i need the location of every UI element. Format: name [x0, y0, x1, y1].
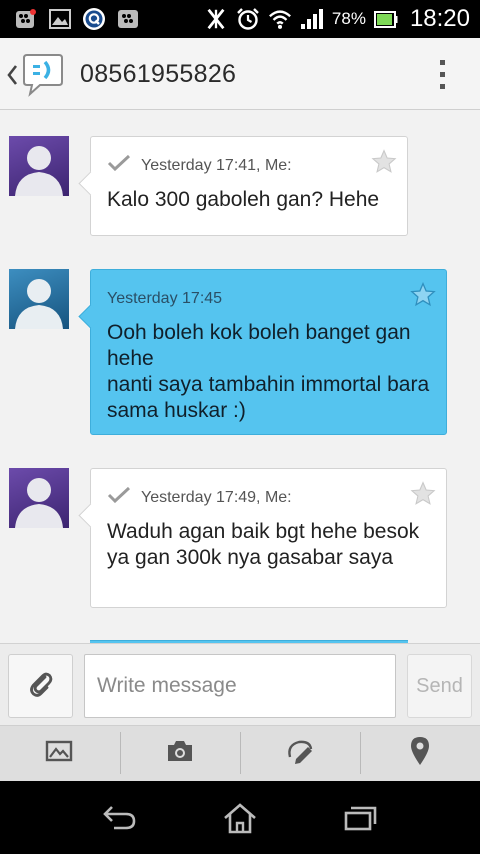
gallery-icon [48, 7, 72, 31]
bbm-icon [116, 7, 140, 31]
message-row: Yesterday 17:45 Ooh boleh kok boleh bang… [0, 269, 480, 435]
conversation-header: 08561955826 [0, 38, 480, 110]
message-bubble[interactable]: Yesterday 17:49, Me: Waduh agan baik bgt… [78, 468, 447, 608]
home-icon[interactable] [220, 801, 260, 835]
send-button[interactable]: Send [407, 654, 472, 718]
wifi-icon [268, 7, 292, 31]
star-icon[interactable] [410, 481, 436, 512]
q-app-icon [82, 7, 106, 31]
message-text: Kalo 300 gaboleh gan? Hehe [107, 188, 380, 211]
message-timestamp: Yesterday 17:45 [107, 290, 223, 307]
back-icon[interactable] [100, 801, 140, 835]
camera-icon [165, 739, 195, 768]
message-text: Waduh agan baik bgt hehe besok ya gan 30… [107, 520, 420, 569]
attach-sketch-button[interactable] [240, 726, 360, 781]
star-icon[interactable] [410, 281, 436, 313]
alarm-icon [236, 7, 260, 31]
attach-location-button[interactable] [360, 726, 480, 781]
paperclip-icon [27, 670, 55, 703]
star-icon[interactable] [371, 149, 397, 180]
signal-icon [300, 7, 324, 31]
back-chevron-icon[interactable] [6, 64, 18, 91]
message-timestamp: Yesterday 17:41, Me: [141, 156, 292, 174]
message-input[interactable] [84, 654, 396, 718]
attach-image-button[interactable] [0, 726, 120, 781]
recent-apps-icon[interactable] [340, 801, 380, 835]
contact-number: 08561955826 [80, 60, 237, 88]
message-timestamp: Yesterday 17:49, Me: [141, 488, 292, 506]
message-row: Yesterday 17:41, Me: Kalo 300 gaboleh ga… [0, 136, 480, 236]
message-list[interactable]: Yesterday 17:41, Me: Kalo 300 gaboleh ga… [0, 110, 480, 643]
attach-camera-button[interactable] [120, 726, 240, 781]
notification-icons [14, 7, 140, 31]
clock: 18:20 [409, 5, 470, 32]
avatar[interactable] [9, 468, 69, 528]
avatar[interactable] [9, 136, 69, 196]
battery-icon [373, 7, 398, 31]
message-meta: Yesterday 17:49, Me: [107, 486, 292, 508]
attachment-toolbar [0, 725, 480, 781]
network-off-icon [204, 7, 228, 31]
message-bubble[interactable]: Yesterday 17:45 Ooh boleh kok boleh bang… [78, 269, 447, 435]
navigation-bar [0, 781, 480, 854]
status-bar: 78% 18:20 [0, 0, 480, 38]
message-row: Yesterday 17:49, Me: Waduh agan baik bgt… [0, 468, 480, 608]
attach-button[interactable] [8, 654, 73, 718]
message-text: Ooh boleh kok boleh banget gan hehe nant… [107, 321, 430, 422]
delivered-check-icon [107, 154, 131, 176]
battery-percent: 78% [331, 9, 366, 28]
location-icon [409, 736, 431, 771]
sketch-icon [285, 737, 315, 770]
message-bubble[interactable]: Yesterday 17:41, Me: Kalo 300 gaboleh ga… [78, 136, 408, 236]
delivered-check-icon [107, 486, 131, 508]
conversation-icon[interactable] [20, 52, 66, 103]
overflow-menu-icon[interactable] [440, 60, 446, 90]
system-indicators: 78% 18:20 [204, 5, 470, 32]
message-meta: Yesterday 17:41, Me: [107, 154, 292, 176]
compose-bar: Send [0, 643, 480, 725]
avatar[interactable] [9, 269, 69, 329]
bbm-notification-icon [14, 7, 38, 31]
message-meta: Yesterday 17:45 [107, 290, 222, 308]
image-attach-icon [45, 738, 75, 769]
